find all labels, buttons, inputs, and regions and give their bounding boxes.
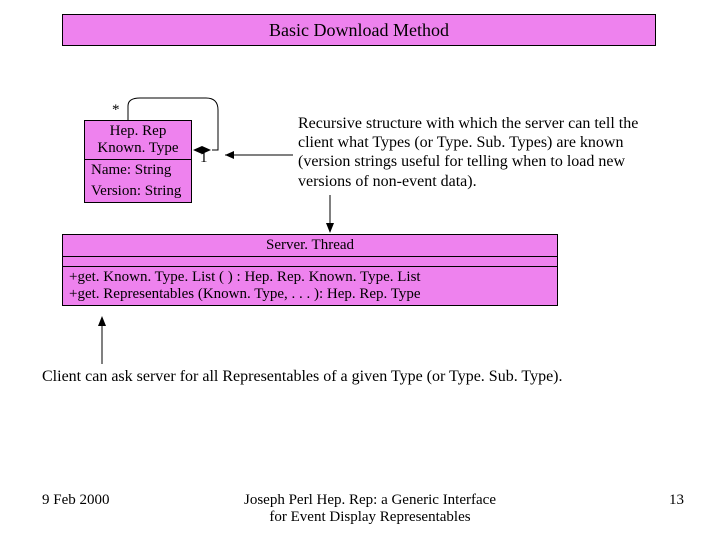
uml-heprep-name: Hep. Rep Known. Type <box>85 121 191 160</box>
footer-page: 13 <box>669 492 684 509</box>
recursive-description: Recursive structure with which the serve… <box>298 114 656 191</box>
footer-center: Joseph Perl Hep. Rep: a Generic Interfac… <box>240 492 500 527</box>
uml-server-methods: +get. Known. Type. List ( ) : Hep. Rep. … <box>63 267 557 305</box>
multiplicity-one: 1 <box>200 150 208 167</box>
uml-server-name: Server. Thread <box>63 235 557 257</box>
uml-server-op2: +get. Representables (Known. Type, . . .… <box>69 286 551 303</box>
title-banner: Basic Download Method <box>62 14 656 46</box>
uml-class-heprep: Hep. Rep Known. Type Name: String Versio… <box>84 120 192 203</box>
uml-server-attrs <box>63 257 557 267</box>
uml-server-op1: +get. Known. Type. List ( ) : Hep. Rep. … <box>69 269 551 286</box>
uml-heprep-attr1: Name: String <box>85 160 191 181</box>
uml-class-server: Server. Thread +get. Known. Type. List (… <box>62 234 558 306</box>
uml-heprep-attr2: Version: String <box>85 181 191 202</box>
client-description: Client can ask server for all Representa… <box>42 368 682 386</box>
footer-date: 9 Feb 2000 <box>42 492 110 509</box>
multiplicity-star: * <box>112 102 120 119</box>
